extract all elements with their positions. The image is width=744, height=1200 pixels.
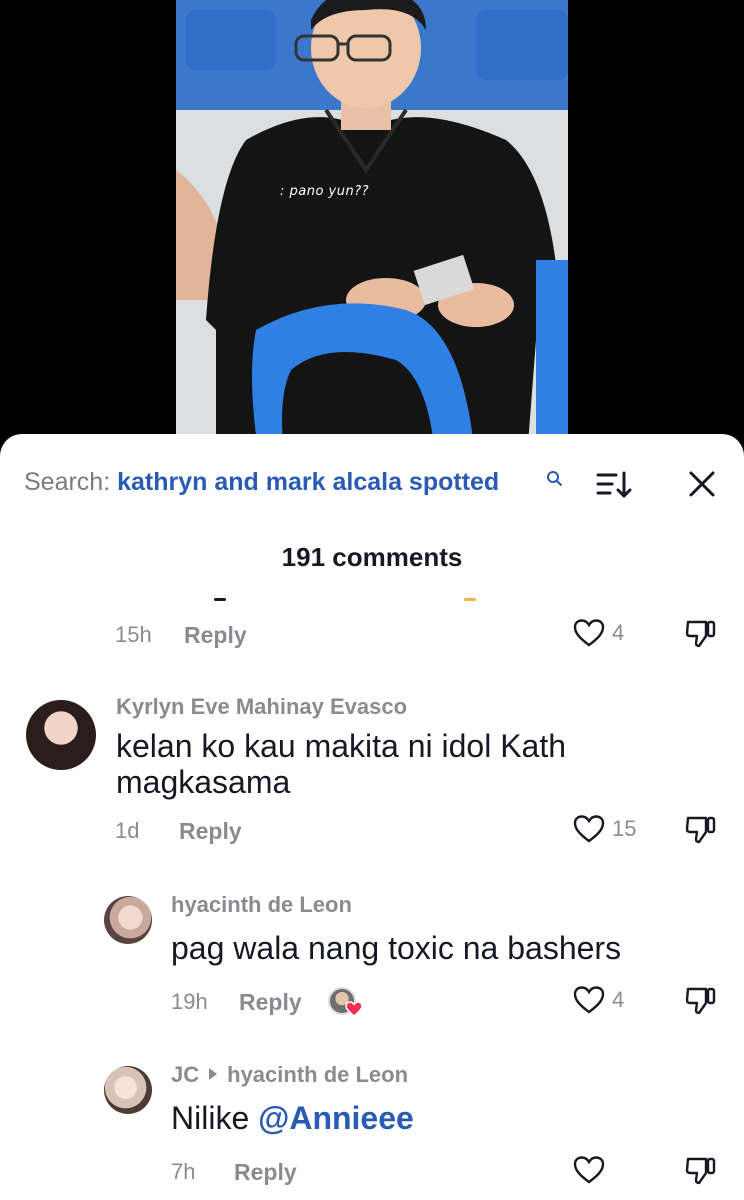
- search-bar[interactable]: Search: kathryn and mark alcala spotted: [24, 468, 724, 498]
- thumbs-down-icon: [685, 620, 716, 648]
- search-icon[interactable]: [546, 470, 564, 493]
- reply-arrow-icon: [209, 1068, 218, 1080]
- comment-text: Nilike @Annieee: [171, 1100, 731, 1136]
- thumbs-down-icon: [685, 987, 716, 1015]
- like-count: 4: [612, 620, 625, 645]
- like-button[interactable]: 15: [572, 814, 636, 844]
- avatar[interactable]: [26, 700, 96, 770]
- mention-link[interactable]: @Annieee: [258, 1100, 414, 1136]
- video-caption: : pano yun??: [280, 184, 370, 199]
- comment-text: kelan ko kau makita ni idol Kath magkasa…: [116, 728, 567, 800]
- comments-count: 191 comments: [281, 542, 463, 572]
- comments-sheet: Search: kathryn and mark alcala spotted: [0, 434, 744, 1200]
- avatar[interactable]: [104, 896, 152, 944]
- like-button[interactable]: 4: [572, 985, 624, 1015]
- comment-author[interactable]: JC: [171, 1062, 199, 1087]
- reply-button[interactable]: Reply: [239, 989, 302, 1016]
- reply-button[interactable]: Reply: [179, 818, 242, 845]
- dislike-button[interactable]: [684, 1155, 718, 1193]
- dislike-button[interactable]: [684, 618, 718, 656]
- comment-actions: 7h Reply: [0, 1156, 744, 1193]
- dislike-button[interactable]: [684, 814, 718, 852]
- like-button[interactable]: 4: [572, 618, 624, 648]
- heart-icon: [573, 1156, 605, 1184]
- comment-actions: 1d Reply 15: [0, 815, 744, 852]
- comment-text-prefix: Nilike: [171, 1100, 250, 1136]
- scrolled-emoji-fragment: [464, 598, 476, 601]
- comment-author[interactable]: Kyrlyn Eve Mahinay Evasco: [116, 694, 407, 720]
- comment-text: pag wala nang toxic na bashers: [171, 930, 622, 966]
- heart-icon: [573, 986, 605, 1014]
- comment-time: 19h: [171, 989, 208, 1014]
- heart-icon: [573, 815, 605, 843]
- comment-author[interactable]: hyacinth de Leon: [171, 892, 352, 918]
- search-prefix: Search:: [24, 468, 111, 496]
- avatar[interactable]: [104, 1066, 152, 1114]
- comment-author-line: JC hyacinth de Leon: [171, 1062, 408, 1088]
- video-scene-illustration: [176, 0, 568, 470]
- like-count: 4: [612, 987, 625, 1012]
- like-count: 15: [612, 816, 637, 841]
- sort-icon[interactable]: [596, 470, 632, 505]
- video-frame[interactable]: : pano yun??: [176, 0, 568, 470]
- search-label[interactable]: Search: kathryn and mark alcala spotted: [24, 468, 499, 497]
- comment-time: 1d: [115, 818, 140, 843]
- reply-button[interactable]: Reply: [234, 1159, 297, 1186]
- thumbs-down-icon: [685, 816, 716, 844]
- like-button[interactable]: [572, 1155, 612, 1185]
- heart-icon: [345, 1001, 363, 1017]
- creator-liked-badge: [328, 987, 363, 1019]
- reply-to-author[interactable]: hyacinth de Leon: [227, 1062, 408, 1087]
- comment-time: 7h: [171, 1159, 196, 1184]
- dislike-button[interactable]: [684, 985, 718, 1023]
- search-query[interactable]: kathryn and mark alcala spotted: [117, 468, 499, 496]
- reply-button[interactable]: Reply: [184, 622, 247, 649]
- scrolled-text-fragment: [214, 598, 226, 601]
- comment-actions: 19h Reply 4: [0, 986, 744, 1023]
- video-player[interactable]: : pano yun??: [0, 0, 744, 470]
- thumbs-down-icon: [685, 1157, 716, 1185]
- close-icon[interactable]: [688, 470, 716, 503]
- comment-actions: 15h Reply 4: [0, 619, 744, 656]
- heart-icon: [573, 619, 605, 647]
- comment-time: 15h: [115, 622, 152, 647]
